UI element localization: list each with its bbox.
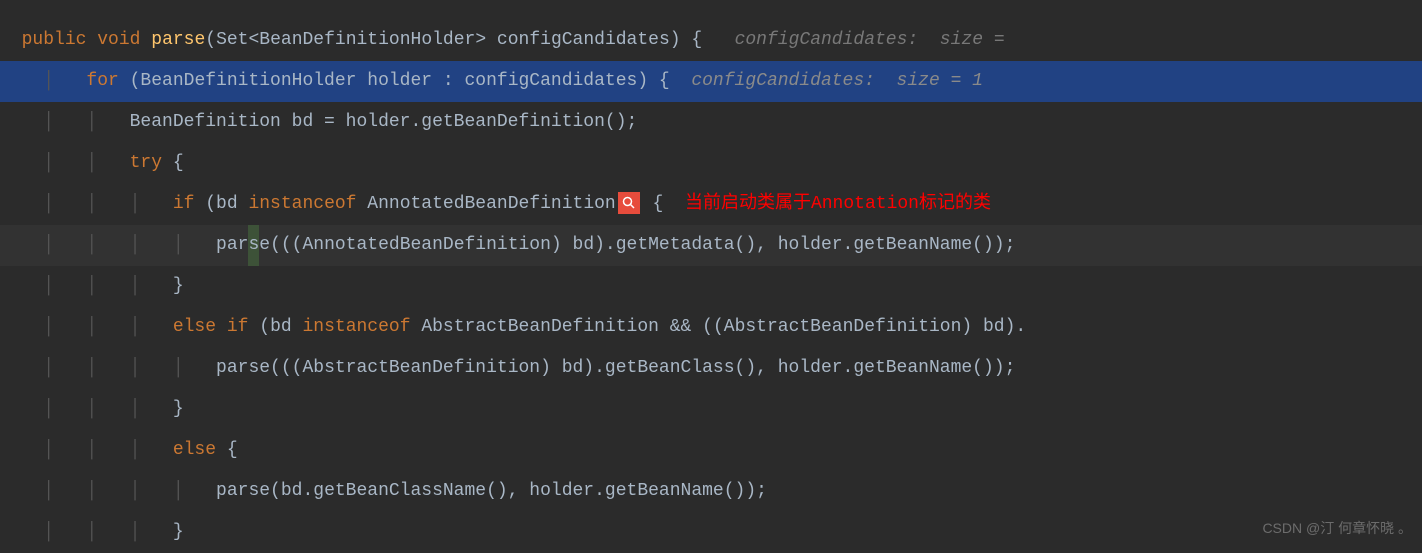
indent-guide: │ │ │ (0, 317, 173, 337)
code-line[interactable]: │ │ │ } (0, 512, 1422, 553)
method-signature: (Set<BeanDefinitionHolder> configCandida… (205, 30, 702, 50)
keyword-try: try (130, 153, 162, 173)
keyword-if: if (227, 317, 249, 337)
code-line[interactable]: │ │ │ │ parse(bd.getBeanClassName(), hol… (0, 471, 1422, 512)
indent-guide: │ │ │ (0, 276, 173, 296)
code-line[interactable]: public void parse(Set<BeanDefinitionHold… (0, 20, 1422, 61)
code-text: { (216, 440, 238, 460)
indent-guide: │ │ │ │ (0, 481, 216, 501)
code-line[interactable]: │ │ │ else { (0, 430, 1422, 471)
cursor-position: s (248, 225, 259, 266)
code-text: parse(((AbstractBeanDefinition) bd).getB… (216, 358, 1015, 378)
indent-guide: │ │ │ (0, 522, 173, 542)
keyword-else: else (173, 440, 216, 460)
keyword-for: for (86, 71, 118, 91)
code-line[interactable]: │ │ BeanDefinition bd = holder.getBeanDe… (0, 102, 1422, 143)
keyword-void: void (97, 30, 140, 50)
watermark: CSDN @汀 何章怀晓 。 (1262, 508, 1412, 549)
code-line[interactable]: │ │ │ } (0, 266, 1422, 307)
code-line[interactable]: │ │ │ │ parse(((AbstractBeanDefinition) … (0, 348, 1422, 389)
code-line[interactable]: │ │ │ } (0, 389, 1422, 430)
keyword-public: public (22, 30, 87, 50)
code-editor[interactable]: public void parse(Set<BeanDefinitionHold… (0, 0, 1422, 553)
keyword-instanceof: instanceof (248, 194, 356, 214)
code-text: } (173, 399, 184, 419)
keyword-if: if (173, 194, 195, 214)
indent (0, 30, 22, 50)
inline-hint: configCandidates: size = 1 (691, 71, 983, 91)
code-text: AbstractBeanDefinition && ((AbstractBean… (411, 317, 1027, 337)
indent-guide: │ │ │ (0, 194, 173, 214)
indent-guide: │ │ │ │ (0, 358, 216, 378)
code-text: } (173, 522, 184, 542)
inline-hint: configCandidates: size = (735, 30, 1005, 50)
indent-guide: │ (0, 71, 86, 91)
keyword-else: else (173, 317, 216, 337)
code-text: e(((AnnotatedBeanDefinition) bd).getMeta… (259, 235, 1015, 255)
method-name: parse (151, 30, 205, 50)
indent-guide: │ │ │ │ (0, 235, 216, 255)
code-line-highlighted[interactable]: │ for (BeanDefinitionHolder holder : con… (0, 61, 1422, 102)
code-text: parse(bd.getBeanClassName(), holder.getB… (216, 481, 767, 501)
code-text: BeanDefinition bd = holder.getBeanDefini… (130, 112, 638, 132)
code-line[interactable]: │ │ │ else if (bd instanceof AbstractBea… (0, 307, 1422, 348)
code-line[interactable]: │ │ try { (0, 143, 1422, 184)
code-text: } (173, 276, 184, 296)
for-body: (BeanDefinitionHolder holder : configCan… (119, 71, 692, 91)
code-text: { (162, 153, 184, 173)
keyword-instanceof: instanceof (302, 317, 410, 337)
annotation-comment: 当前启动类属于Annotation标记的类 (685, 194, 991, 214)
code-line-cursor[interactable]: │ │ │ │ parse(((AnnotatedBeanDefinition)… (0, 225, 1422, 266)
code-line[interactable]: │ │ │ if (bd instanceof AnnotatedBeanDef… (0, 184, 1422, 225)
indent-guide: │ │ (0, 112, 130, 132)
indent-guide: │ │ (0, 153, 130, 173)
indent-guide: │ │ │ (0, 399, 173, 419)
search-icon[interactable] (618, 192, 640, 214)
indent-guide: │ │ │ (0, 440, 173, 460)
